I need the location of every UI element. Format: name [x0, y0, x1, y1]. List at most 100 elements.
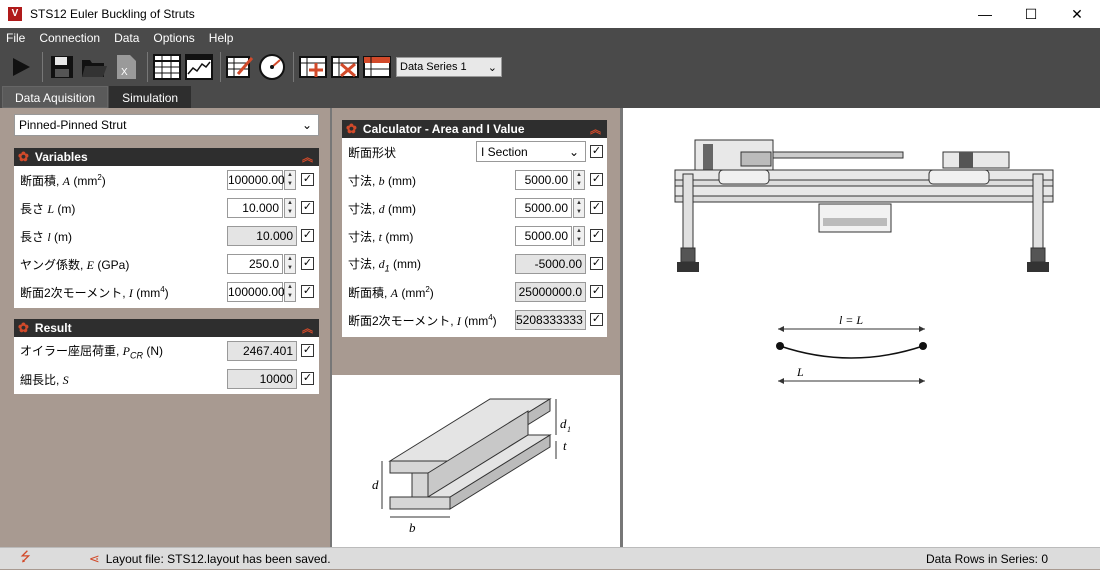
label-unit-end: ): [101, 173, 106, 188]
table-view-button[interactable]: [152, 52, 182, 82]
open-button[interactable]: [79, 52, 109, 82]
minimize-button[interactable]: —: [962, 0, 1008, 28]
calculator-checkbox[interactable]: ✓: [590, 285, 603, 298]
label-unit: (N): [143, 343, 164, 358]
chevron-down-icon: ⌄: [568, 144, 579, 159]
label-symbol: E: [86, 257, 95, 272]
label-unit: (mm: [70, 173, 98, 188]
folder-open-icon: [82, 60, 107, 77]
label-symbol: A: [62, 173, 71, 188]
delete-row-button[interactable]: [330, 52, 360, 82]
calculator-row: 断面積, A (mm2) 25000000.0 ✓: [342, 278, 607, 306]
clear-table-button[interactable]: [362, 52, 392, 82]
menu-help[interactable]: Help: [209, 31, 234, 45]
gauge-button[interactable]: [257, 52, 287, 82]
variable-value[interactable]: 10.000: [227, 198, 283, 218]
calculator-row: 寸法, d1 (mm) -5000.00 ✓: [342, 250, 607, 278]
main-content: Pinned-Pinned Strut ⌄ ✿ Variables ︽ 断面積,…: [0, 108, 1100, 547]
label-unit: (mm): [389, 256, 422, 271]
variable-value[interactable]: 100000.00: [227, 170, 285, 190]
spinner-arrows[interactable]: ▲ ▼: [284, 282, 296, 302]
export-excel-button[interactable]: X: [111, 52, 141, 82]
variable-checkbox[interactable]: ✓: [301, 173, 314, 186]
calculator-checkbox[interactable]: ✓: [590, 313, 603, 326]
calculator-value[interactable]: 5000.00: [515, 170, 572, 190]
add-row-button[interactable]: [298, 52, 328, 82]
ibeam-label-d1-sub: 1: [567, 425, 571, 434]
variables-panel: ✿ Variables ︽ 断面積, A (mm2) 100000.00 ▲ ▼ ✓ 長さ…: [14, 148, 319, 308]
variable-label: ヤング係数, E (GPa): [20, 256, 129, 273]
section-shape-select[interactable]: I Section ⌄: [476, 141, 586, 162]
spinner-arrows[interactable]: ▲ ▼: [573, 226, 585, 246]
result-row: オイラー座屈荷重, PCR (N) 2467.401 ✓: [14, 337, 319, 365]
menu-connection[interactable]: Connection: [39, 31, 100, 45]
spinner-arrows[interactable]: ▲ ▼: [573, 198, 585, 218]
variable-value[interactable]: 250.0: [227, 254, 283, 274]
spinner-arrows[interactable]: ▲ ▼: [284, 254, 296, 274]
variable-label: 断面2次モーメント, I (mm4): [20, 284, 169, 301]
menu-options[interactable]: Options: [153, 31, 194, 45]
maximize-button[interactable]: ☐: [1008, 0, 1054, 28]
calculator-checkbox[interactable]: ✓: [590, 201, 603, 214]
variables-title: Variables: [34, 150, 88, 164]
gauge-icon: [259, 54, 285, 80]
calculator-checkbox[interactable]: ✓: [590, 173, 603, 186]
collapse-icon[interactable]: ︽: [302, 320, 313, 336]
tab-simulation[interactable]: Simulation: [109, 86, 192, 108]
strut-bottom-label: L: [796, 365, 804, 379]
data-series-value: Data Series 1: [400, 61, 467, 73]
edit-sheet-icon: [226, 56, 254, 78]
strut-type-select[interactable]: Pinned-Pinned Strut ⌄: [14, 114, 319, 136]
strut-top-label: l = L: [839, 313, 863, 327]
calculator-checkbox[interactable]: ✓: [590, 229, 603, 242]
toolbar-divider: [147, 52, 148, 82]
svg-text:X: X: [121, 67, 128, 78]
label-subscript: CR: [130, 350, 144, 361]
label-symbol: A: [390, 285, 399, 300]
section-checkbox[interactable]: ✓: [590, 145, 603, 158]
close-button[interactable]: ✕: [1054, 0, 1100, 28]
result-checkbox[interactable]: ✓: [301, 344, 314, 357]
label-text: 断面積,: [348, 285, 391, 300]
data-series-select[interactable]: Data Series 1 ⌄: [396, 57, 502, 77]
result-checkbox[interactable]: ✓: [301, 372, 314, 385]
label-text: 寸法,: [348, 229, 379, 244]
spinner-arrows[interactable]: ▲ ▼: [573, 170, 585, 190]
left-column: Pinned-Pinned Strut ⌄ ✿ Variables ︽ 断面積,…: [0, 108, 330, 547]
menu-file[interactable]: File: [6, 31, 25, 45]
run-button[interactable]: [6, 52, 36, 82]
calculator-title: Calculator - Area and I Value: [362, 122, 525, 136]
variable-row: 断面積, A (mm2) 100000.00 ▲ ▼ ✓: [14, 166, 319, 194]
result-header: ✿ Result ︽: [14, 319, 319, 337]
calculator-label: 寸法, t (mm): [348, 228, 413, 245]
label-unit: (GPa): [94, 257, 130, 272]
variable-value[interactable]: 100000.00: [227, 282, 285, 302]
collapse-icon[interactable]: ︽: [590, 121, 601, 137]
menu-data[interactable]: Data: [114, 31, 139, 45]
section-shape-label: 断面形状: [348, 145, 397, 160]
graph-view-button[interactable]: [184, 52, 214, 82]
save-button[interactable]: [47, 52, 77, 82]
gear-icon: ✿: [346, 121, 357, 136]
variable-row: ヤング係数, E (GPa) 250.0 ▲ ▼ ✓: [14, 250, 319, 278]
variable-checkbox[interactable]: ✓: [301, 257, 314, 270]
spinner-arrows[interactable]: ▲ ▼: [284, 170, 296, 190]
variable-checkbox[interactable]: ✓: [301, 285, 314, 298]
tab-data-acquisition[interactable]: Data Aquisition: [2, 86, 109, 108]
calculator-label: 断面2次モーメント, I (mm4): [348, 312, 497, 329]
variable-checkbox[interactable]: ✓: [301, 201, 314, 214]
calculator-value[interactable]: 5000.00: [515, 198, 572, 218]
test-frame: [674, 139, 1054, 272]
variable-checkbox[interactable]: ✓: [301, 229, 314, 242]
calculator-value[interactable]: 5000.00: [515, 226, 572, 246]
label-text: 長さ: [20, 229, 48, 244]
apparatus-figure: l = L L: [674, 139, 1054, 384]
collapse-icon[interactable]: ︽: [302, 149, 313, 165]
calculator-checkbox[interactable]: ✓: [590, 257, 603, 270]
label-text: オイラー座屈荷重,: [20, 343, 123, 358]
spinner-arrows[interactable]: ▲ ▼: [284, 198, 296, 218]
window-title: STS12 Euler Buckling of Struts: [30, 7, 195, 21]
calculator-panel: ✿ Calculator - Area and I Value ︽ 断面形状 I…: [342, 120, 607, 337]
edit-sheet-button[interactable]: [225, 52, 255, 82]
calculator-label: 断面積, A (mm2): [348, 284, 434, 301]
